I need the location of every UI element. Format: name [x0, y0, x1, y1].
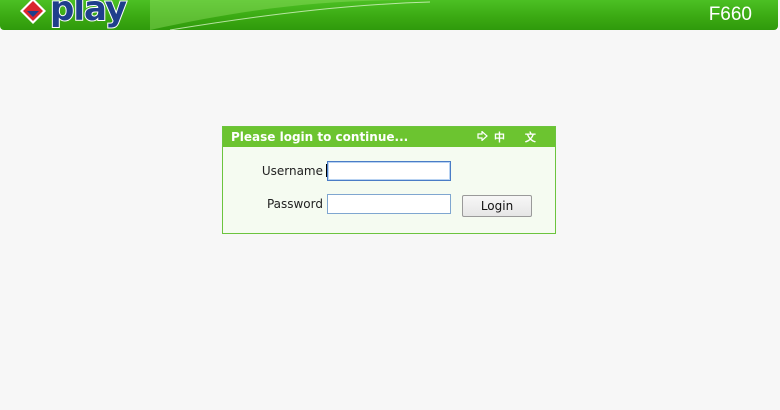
language-switch[interactable]: 中 文 [477, 127, 544, 147]
arrow-right-icon [477, 129, 488, 144]
login-button[interactable]: Login [462, 195, 532, 217]
username-input[interactable] [327, 161, 451, 181]
play-logo-icon [18, 0, 48, 26]
username-row: Username [223, 160, 451, 181]
top-banner: play F660 [0, 0, 778, 30]
username-label: Username [261, 163, 323, 178]
password-row: Password [223, 194, 451, 214]
device-model: F660 [708, 4, 752, 25]
language-switch-label: 中 文 [494, 131, 544, 144]
text-caret [326, 164, 327, 177]
password-input[interactable] [327, 194, 451, 214]
login-panel-title: Please login to continue... [231, 130, 409, 144]
password-label: Password [266, 197, 323, 211]
login-panel: Please login to continue... 中 文 Username… [222, 126, 556, 234]
username-field-wrap [323, 160, 451, 181]
brand-logo: play [18, 0, 128, 29]
brand-name: play [49, 0, 128, 29]
login-panel-header: Please login to continue... 中 文 [223, 127, 555, 147]
